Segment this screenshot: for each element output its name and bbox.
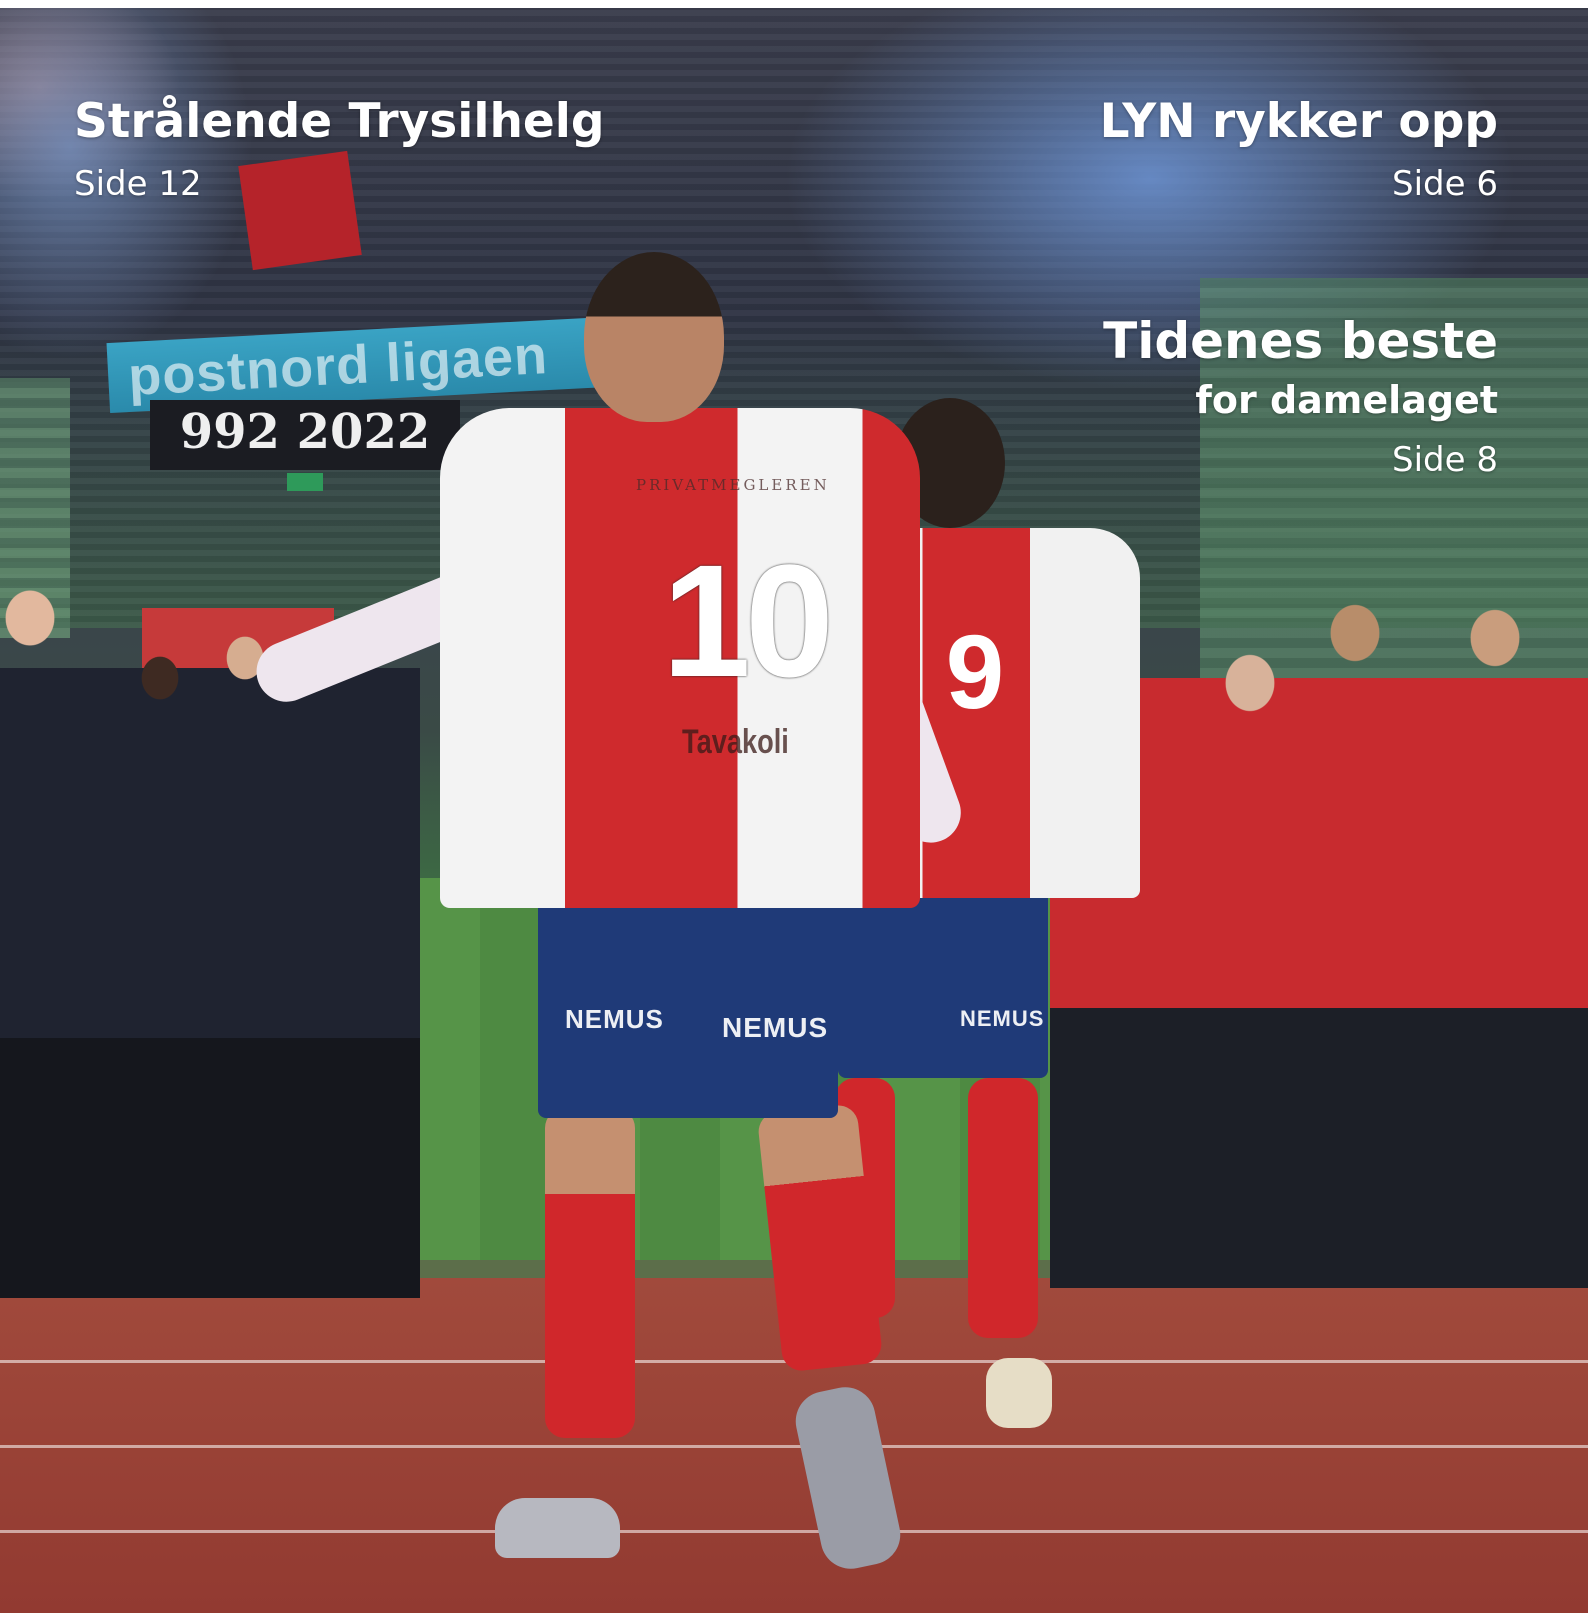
player-10-head (584, 252, 724, 422)
shirt-sponsor: PRIVATMEGLEREN (636, 476, 830, 494)
player-10-left-leg (545, 1108, 635, 1438)
story-damelaget-subtitle[interactable]: for damelaget (1195, 378, 1498, 422)
story-damelaget-title[interactable]: Tidenes beste (1103, 312, 1498, 370)
anniversary-banner: 992 2022 (150, 400, 460, 470)
story-trysil-title[interactable]: Strålende Trysilhelg (74, 94, 605, 149)
story-lyn-title[interactable]: LYN rykker opp (1100, 94, 1498, 149)
player-10-shorts (538, 873, 838, 1118)
player-9-shorts (838, 888, 1048, 1078)
player-9-number: 9 (945, 614, 1005, 731)
cover-photo: postnord ligaen 992 2022 9 NEMUS PRIVATM… (0, 8, 1588, 1613)
player-10-name: Tavakoli (682, 723, 789, 761)
player-10-shorts-sponsor-right: NEMUS (722, 1012, 829, 1043)
player-9-boot (986, 1358, 1052, 1428)
story-lyn-page[interactable]: Side 6 (1392, 164, 1498, 204)
player-9-right-leg (968, 1078, 1038, 1338)
player-10-left-boot (495, 1498, 620, 1558)
player-9-shorts-sponsor: NEMUS (960, 1006, 1045, 1031)
story-trysil-page[interactable]: Side 12 (74, 164, 202, 204)
player-10-number: 10 (662, 531, 834, 710)
red-flag (238, 150, 362, 271)
story-damelaget-page[interactable]: Side 8 (1392, 440, 1498, 480)
children-line-left (0, 578, 420, 1358)
exit-sign (287, 473, 323, 491)
player-10-shorts-sponsor-left: NEMUS (565, 1004, 664, 1034)
